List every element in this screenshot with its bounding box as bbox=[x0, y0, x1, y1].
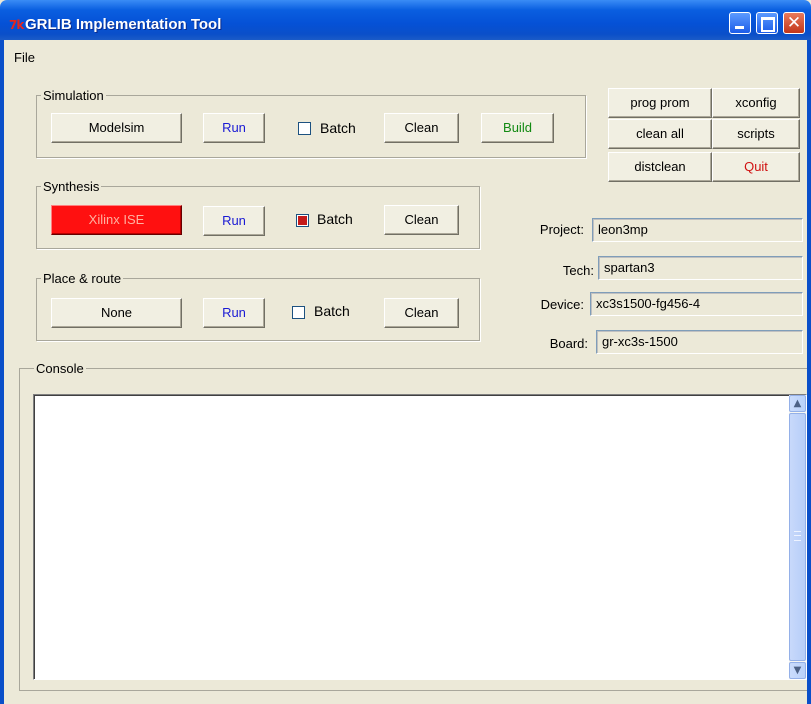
simulation-build-button[interactable]: Build bbox=[481, 113, 554, 143]
xconfig-button[interactable]: xconfig bbox=[712, 88, 800, 118]
maximize-icon bbox=[761, 17, 775, 32]
scroll-down-button[interactable]: ▼ bbox=[789, 662, 806, 679]
simulation-legend: Simulation bbox=[43, 88, 104, 103]
synthesis-legend: Synthesis bbox=[43, 179, 100, 194]
simulation-batch-label: Batch bbox=[320, 120, 356, 136]
place-route-run-button[interactable]: Run bbox=[203, 298, 265, 328]
scroll-thumb[interactable] bbox=[789, 413, 806, 661]
project-label: Project: bbox=[539, 222, 584, 237]
chevron-down-icon: ▼ bbox=[793, 665, 802, 676]
place-route-legend: Place & route bbox=[43, 271, 122, 286]
simulation-run-button[interactable]: Run bbox=[203, 113, 265, 143]
synthesis-batch-label: Batch bbox=[317, 211, 353, 227]
minimize-button[interactable] bbox=[729, 12, 751, 34]
simulation-clean-button[interactable]: Clean bbox=[384, 113, 459, 143]
console-legend: Console bbox=[34, 361, 86, 376]
minimize-icon bbox=[735, 26, 744, 29]
distclean-button[interactable]: distclean bbox=[608, 152, 712, 182]
simulation-tool-button[interactable]: Modelsim bbox=[51, 113, 182, 143]
place-route-batch-checkbox[interactable] bbox=[292, 306, 305, 319]
place-route-batch-label: Batch bbox=[314, 303, 350, 319]
quit-button[interactable]: Quit bbox=[712, 152, 800, 182]
synthesis-batch-checkbox[interactable] bbox=[296, 214, 309, 227]
scroll-up-button[interactable]: ▲ bbox=[789, 395, 806, 412]
window-title: GRLIB Implementation Tool bbox=[25, 16, 222, 33]
maximize-button[interactable] bbox=[756, 12, 778, 34]
prog-prom-button[interactable]: prog prom bbox=[608, 88, 712, 118]
synthesis-clean-button[interactable]: Clean bbox=[384, 205, 459, 235]
tk-feather-icon: 7k bbox=[9, 18, 24, 32]
chevron-up-icon: ▲ bbox=[793, 398, 802, 409]
console-scrollbar[interactable]: ▲ ▼ bbox=[789, 395, 806, 679]
tech-field: spartan3 bbox=[598, 256, 803, 280]
device-field: xc3s1500-fg456-4 bbox=[590, 292, 803, 316]
close-icon: ✕ bbox=[786, 13, 802, 33]
project-field: leon3mp bbox=[592, 218, 803, 242]
synthesis-run-button[interactable]: Run bbox=[203, 206, 265, 236]
simulation-batch-checkbox[interactable] bbox=[298, 122, 311, 135]
board-label: Board: bbox=[549, 336, 588, 351]
tech-label: Tech: bbox=[562, 263, 594, 278]
menu-file[interactable]: File bbox=[14, 50, 35, 65]
close-button[interactable]: ✕ bbox=[783, 12, 805, 34]
grip-icon bbox=[794, 531, 801, 541]
device-label: Device: bbox=[540, 297, 584, 312]
place-route-tool-button[interactable]: None bbox=[51, 298, 182, 328]
synthesis-tool-button[interactable]: Xilinx ISE bbox=[51, 205, 182, 235]
place-route-clean-button[interactable]: Clean bbox=[384, 298, 459, 328]
board-field: gr-xc3s-1500 bbox=[596, 330, 803, 354]
scripts-button[interactable]: scripts bbox=[712, 119, 800, 149]
clean-all-button[interactable]: clean all bbox=[608, 119, 712, 149]
console-textarea[interactable]: ▲ ▼ bbox=[33, 394, 807, 680]
title-bar[interactable]: 7k GRLIB Implementation Tool ✕ bbox=[0, 0, 811, 40]
